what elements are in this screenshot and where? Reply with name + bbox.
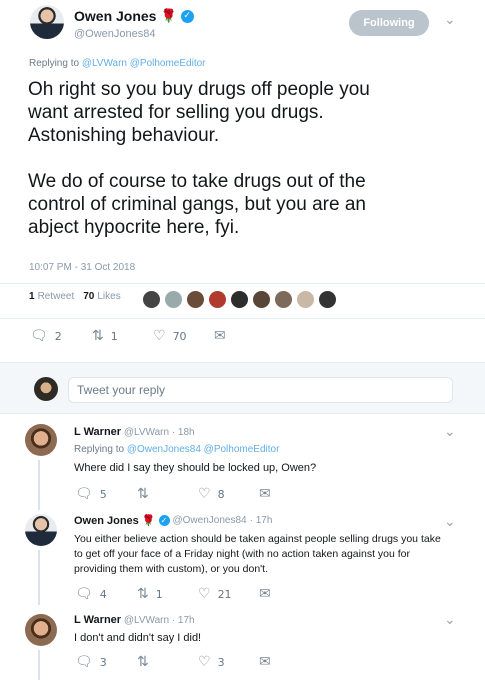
reply-action[interactable]: 🗨 3 (75, 654, 107, 670)
reply-text: Where did I say they should be locked up… (74, 462, 317, 474)
like-action[interactable]: ♡ 21 (198, 586, 232, 602)
liker-avatar[interactable] (186, 290, 205, 309)
heart-icon[interactable]: ♡ (153, 328, 166, 344)
dm-action[interactable]: ✉ (259, 654, 278, 670)
envelope-icon[interactable]: ✉ (259, 586, 271, 602)
reply-input[interactable]: Tweet your reply (68, 377, 453, 403)
reply-avatar[interactable] (25, 614, 57, 646)
liker-avatar[interactable] (252, 290, 271, 309)
reply-icon[interactable]: 🗨 (75, 486, 93, 502)
envelope-icon[interactable]: ✉ (259, 654, 271, 670)
following-button[interactable]: Following (349, 10, 429, 36)
retweet-action[interactable]: ⇅ (137, 486, 156, 502)
reply-avatar[interactable] (25, 514, 57, 546)
retweet-icon[interactable]: ⇅ (137, 486, 149, 502)
reply-time[interactable]: · 18h (172, 427, 195, 438)
heart-icon[interactable]: ♡ (198, 654, 211, 670)
rose-icon: 🌹 (160, 8, 177, 23)
thread-line (38, 650, 40, 680)
reply-action[interactable]: 🗨 4 (75, 586, 107, 602)
reply-time[interactable]: · 17h (250, 515, 273, 526)
thread-line (38, 460, 40, 510)
reply-text: I don't and didn't say I did! (74, 632, 202, 644)
retweet-icon[interactable]: ⇅ (92, 328, 104, 344)
retweet-action[interactable]: ⇅ 1 (92, 328, 118, 344)
liker-avatar[interactable] (274, 290, 293, 309)
like-action[interactable]: ♡ 3 (198, 654, 225, 670)
dm-action[interactable]: ✉ (214, 328, 233, 344)
reply-author-name[interactable]: L Warner (74, 426, 121, 438)
liker-avatars[interactable] (142, 290, 340, 309)
reply-replying-to: Replying to @OwenJones84 @PolhomeEditor (74, 444, 280, 455)
chevron-down-icon[interactable]: ⌄ (444, 514, 456, 530)
liker-avatar[interactable] (296, 290, 315, 309)
chevron-down-icon[interactable]: ⌄ (444, 424, 456, 440)
reply-icon[interactable]: 🗨 (30, 328, 48, 344)
retweet-count[interactable]: 1 (29, 291, 35, 302)
reply-handle[interactable]: @LVWarn (124, 615, 169, 626)
like-action[interactable]: ♡ 70 (153, 328, 187, 344)
reply-text: You either believe action should be take… (74, 533, 441, 575)
reply-icon[interactable]: 🗨 (75, 654, 93, 670)
current-user-avatar (34, 377, 58, 401)
thread-line (38, 550, 40, 605)
reply-avatar[interactable] (25, 424, 57, 456)
reply-icon[interactable]: 🗨 (75, 586, 93, 602)
reply-header: Owen Jones 🌹 ✓ @OwenJones84 · 17h (74, 514, 273, 528)
replying-to: Replying to @LVWarn @PolhomeEditor (29, 58, 206, 69)
retweet-action[interactable]: ⇅ (137, 654, 156, 670)
author-avatar[interactable] (30, 5, 64, 39)
like-action[interactable]: ♡ 8 (198, 486, 225, 502)
verified-badge-icon: ✓ (158, 515, 170, 526)
envelope-icon[interactable]: ✉ (259, 486, 271, 502)
dm-action[interactable]: ✉ (259, 586, 278, 602)
reply-handle[interactable]: @LVWarn (124, 427, 169, 438)
chevron-down-icon[interactable]: ⌄ (444, 612, 456, 628)
reply-author-name[interactable]: L Warner (74, 614, 121, 626)
author-name[interactable]: Owen Jones (74, 8, 156, 24)
tweet-stats: 1 Retweet 70 Likes (29, 291, 121, 302)
reply-action[interactable]: 🗨 5 (75, 486, 107, 502)
envelope-icon[interactable]: ✉ (214, 328, 226, 344)
retweet-icon[interactable]: ⇅ (137, 654, 149, 670)
liker-avatar[interactable] (230, 290, 249, 309)
replying-to-handles[interactable]: @LVWarn @PolhomeEditor (82, 58, 206, 69)
reply-time[interactable]: · 17h (172, 615, 195, 626)
heart-icon[interactable]: ♡ (198, 586, 211, 602)
rose-icon: 🌹 (141, 515, 156, 527)
reply-handle[interactable]: @OwenJones84 (173, 515, 247, 526)
verified-badge-icon: ✓ (180, 9, 194, 23)
retweet-icon[interactable]: ⇅ (137, 586, 149, 602)
author-handle[interactable]: @OwenJones84 (74, 28, 156, 40)
liker-avatar[interactable] (142, 290, 161, 309)
reply-action[interactable]: 🗨 2 (30, 328, 62, 344)
liker-avatar[interactable] (164, 290, 183, 309)
reply-header: L Warner @LVWarn · 18h (74, 426, 195, 438)
retweet-action[interactable]: ⇅ 1 (137, 586, 163, 602)
liker-avatar[interactable] (208, 290, 227, 309)
liker-avatar[interactable] (318, 290, 337, 309)
author-name-row[interactable]: Owen Jones 🌹 ✓ (74, 8, 194, 24)
tweet-text: Oh right so you buy drugs off people you… (28, 79, 370, 238)
tweet-timestamp[interactable]: 10:07 PM - 31 Oct 2018 (29, 262, 135, 273)
like-count[interactable]: 70 (83, 291, 94, 302)
dm-action[interactable]: ✉ (259, 486, 278, 502)
chevron-down-icon[interactable]: ⌄ (444, 12, 456, 28)
reply-author-name[interactable]: Owen Jones (74, 515, 139, 527)
reply-header: L Warner @LVWarn · 17h (74, 614, 195, 626)
heart-icon[interactable]: ♡ (198, 486, 211, 502)
